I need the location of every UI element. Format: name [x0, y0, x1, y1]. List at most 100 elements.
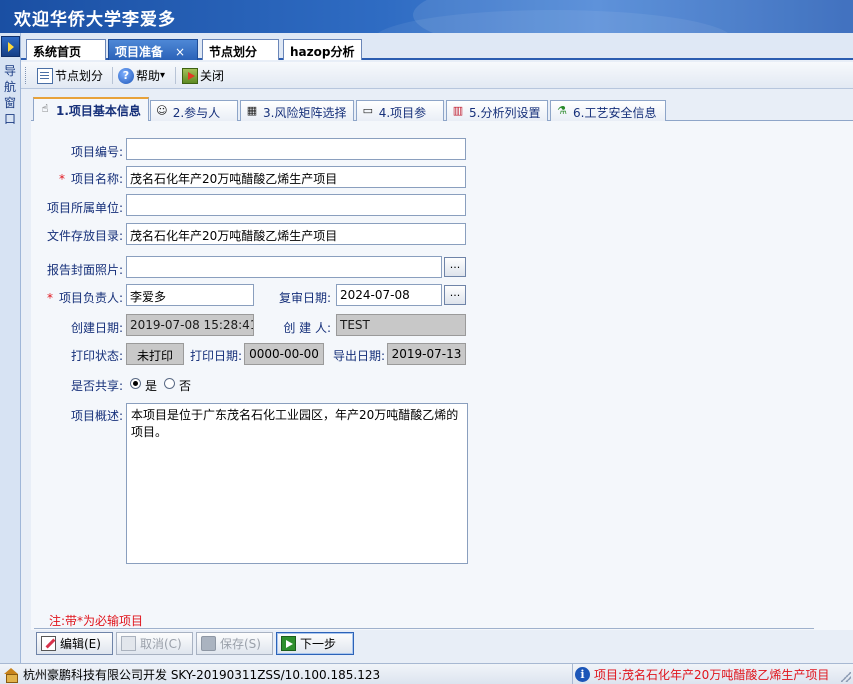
node-divide-button[interactable]: 节点划分 [37, 65, 103, 86]
required-mark: * [46, 291, 53, 305]
tab-node-divide[interactable]: 节点划分 [202, 39, 279, 60]
window-title: 欢迎华侨大学李爱多 [14, 10, 176, 30]
leader-input[interactable]: 李爱多 [126, 284, 254, 306]
nav-window-label[interactable]: 导航窗口 [3, 63, 17, 127]
project-no-label: 项目编号: [70, 145, 123, 159]
tab-label: 6.工艺安全信息 [573, 106, 657, 120]
home-icon [4, 668, 18, 683]
summary-label: 项目概述: [70, 409, 123, 423]
print-date-label: 打印日期: [189, 349, 242, 363]
creator-label: 创 建 人: [283, 321, 331, 335]
project-name-input[interactable]: 茂名石化年产20万吨醋酸乙烯生产项目 [126, 166, 466, 188]
leader-label: 项目负责人: [58, 291, 123, 305]
cancel-label: 取消(C) [140, 637, 182, 651]
cover-input[interactable] [126, 256, 442, 278]
export-date-field: 2019-07-13 [387, 343, 466, 365]
tab-home[interactable]: 系统首页 [26, 39, 106, 60]
action-divider [34, 628, 814, 629]
project-name-label-row: * 项目名称: [31, 170, 123, 187]
close-button[interactable]: 关闭 [182, 65, 224, 86]
sub-tab-bar: ☝ 1.项目基本信息 ☺ 2.参与人员 ▦ 3.风险矩阵选择 ▭ 4.项目参数 … [31, 97, 853, 137]
tab-label: 节点划分 [209, 45, 258, 59]
print-status-label: 打印状态: [70, 349, 123, 363]
resize-grip[interactable] [841, 672, 851, 682]
node-divide-label: 节点划分 [55, 69, 104, 83]
tab-analysis-columns[interactable]: ▥ 5.分析列设置 [446, 100, 548, 121]
required-note: 注:带*为必输项目 [49, 614, 144, 628]
tab-process-safety[interactable]: ⚗ 6.工艺安全信息 [550, 100, 666, 121]
share-no-radio[interactable] [164, 378, 175, 389]
unit-input[interactable] [126, 194, 466, 216]
print-date-field: 0000-00-00 [244, 343, 324, 365]
status-left: 杭州豪鹏科技有限公司开发 SKY-20190311ZSS/10.100.185.… [0, 664, 380, 684]
project-name-label: 项目名称: [70, 172, 123, 186]
tab-participants[interactable]: ☺ 2.参与人员 [150, 100, 238, 137]
cancel-icon [121, 636, 136, 651]
developer-info: 杭州豪鹏科技有限公司开发 SKY-20190311ZSS/10.100.185.… [23, 668, 381, 682]
review-date-input[interactable]: 2024-07-08 [336, 284, 442, 306]
save-label: 保存(S) [220, 637, 261, 651]
chevron-down-icon: ▾ [160, 70, 166, 81]
close-tab-icon[interactable]: × [175, 45, 185, 59]
tab-label: 系统首页 [33, 45, 82, 59]
creator-field: TEST [336, 314, 466, 336]
flask-icon: ⚗ [557, 104, 567, 117]
required-mark: * [58, 172, 65, 186]
toolbar-separator [175, 67, 176, 84]
grid-icon: ▦ [246, 104, 258, 117]
pick-review-date-button[interactable]: ... [444, 285, 466, 305]
status-right: i 项目:茂名石化年产20万吨醋酸乙烯生产项目 [572, 664, 832, 684]
share-label: 是否共享: [70, 379, 123, 393]
cancel-button[interactable]: 取消(C) [116, 632, 193, 655]
status-bar: 杭州豪鹏科技有限公司开发 SKY-20190311ZSS/10.100.185.… [0, 663, 853, 684]
basic-info-panel: 项目编号: * 项目名称: 茂名石化年产20万吨醋酸乙烯生产项目 项目所属单位: … [31, 121, 853, 630]
tab-hazop-analysis[interactable]: hazop分析 [283, 39, 362, 60]
tab-risk-matrix[interactable]: ▦ 3.风险矩阵选择 [240, 100, 354, 121]
document-icon [37, 67, 53, 84]
help-label: 帮助 [136, 69, 161, 83]
tab-label: 项目准备 [115, 45, 164, 59]
tab-project-prep[interactable]: 项目准备 × [108, 39, 198, 60]
share-yes-radio[interactable] [130, 378, 141, 389]
dir-input[interactable]: 茂名石化年产20万吨醋酸乙烯生产项目 [126, 223, 466, 245]
dir-label: 文件存放目录: [46, 229, 123, 243]
browse-cover-button[interactable]: ... [444, 257, 466, 277]
edit-button[interactable]: 编辑(E) [36, 632, 113, 655]
next-step-button[interactable]: 下一步 [276, 632, 354, 655]
close-label: 关闭 [200, 69, 225, 83]
save-button[interactable]: 保存(S) [196, 632, 273, 655]
tab-label: 5.分析列设置 [469, 106, 541, 120]
summary-textarea[interactable]: 本项目是位于广东茂名石化工业园区，年产20万吨醋酸乙烯的项目。 [126, 403, 468, 564]
current-project-status: 项目:茂名石化年产20万吨醋酸乙烯生产项目 [594, 668, 830, 682]
leader-label-row: * 项目负责人: [31, 289, 123, 306]
edit-label: 编辑(E) [60, 637, 101, 651]
main-tab-bar: 系统首页 项目准备 × 节点划分 hazop分析 [21, 33, 853, 60]
project-no-input[interactable] [126, 138, 466, 160]
toolbar-grip[interactable] [25, 67, 28, 84]
expand-nav-button[interactable] [1, 36, 20, 57]
export-date-label: 导出日期: [332, 349, 385, 363]
edit-icon [41, 636, 56, 651]
left-nav-strip: 导航窗口 [0, 33, 21, 663]
tab-label: 1.项目基本信息 [56, 104, 141, 118]
arrow-right-icon [281, 636, 296, 651]
review-date-label: 复审日期: [278, 291, 331, 305]
save-icon [201, 636, 216, 651]
columns-icon: ▥ [452, 104, 464, 117]
tab-label: 3.风险矩阵选择 [263, 106, 347, 120]
tab-project-params[interactable]: ▭ 4.项目参数 [356, 100, 444, 137]
hand-pointer-icon: ☝ [41, 102, 49, 115]
unit-label: 项目所属单位: [46, 201, 123, 215]
tab-label: hazop分析 [290, 45, 355, 59]
help-button[interactable]: ? 帮助 ▾ [118, 65, 165, 86]
tab-basic-info[interactable]: ☝ 1.项目基本信息 [33, 97, 149, 122]
toolbar: 节点划分 ? 帮助 ▾ 关闭 [21, 62, 853, 89]
info-icon: i [575, 667, 590, 682]
exit-icon [182, 67, 198, 84]
help-icon: ? [118, 67, 134, 84]
toolbar-separator [112, 67, 113, 84]
title-bar: 欢迎华侨大学李爱多 [0, 0, 853, 33]
window-icon: ▭ [362, 104, 374, 117]
share-no-label[interactable]: 否 [179, 377, 191, 394]
share-yes-label[interactable]: 是 [145, 377, 157, 394]
